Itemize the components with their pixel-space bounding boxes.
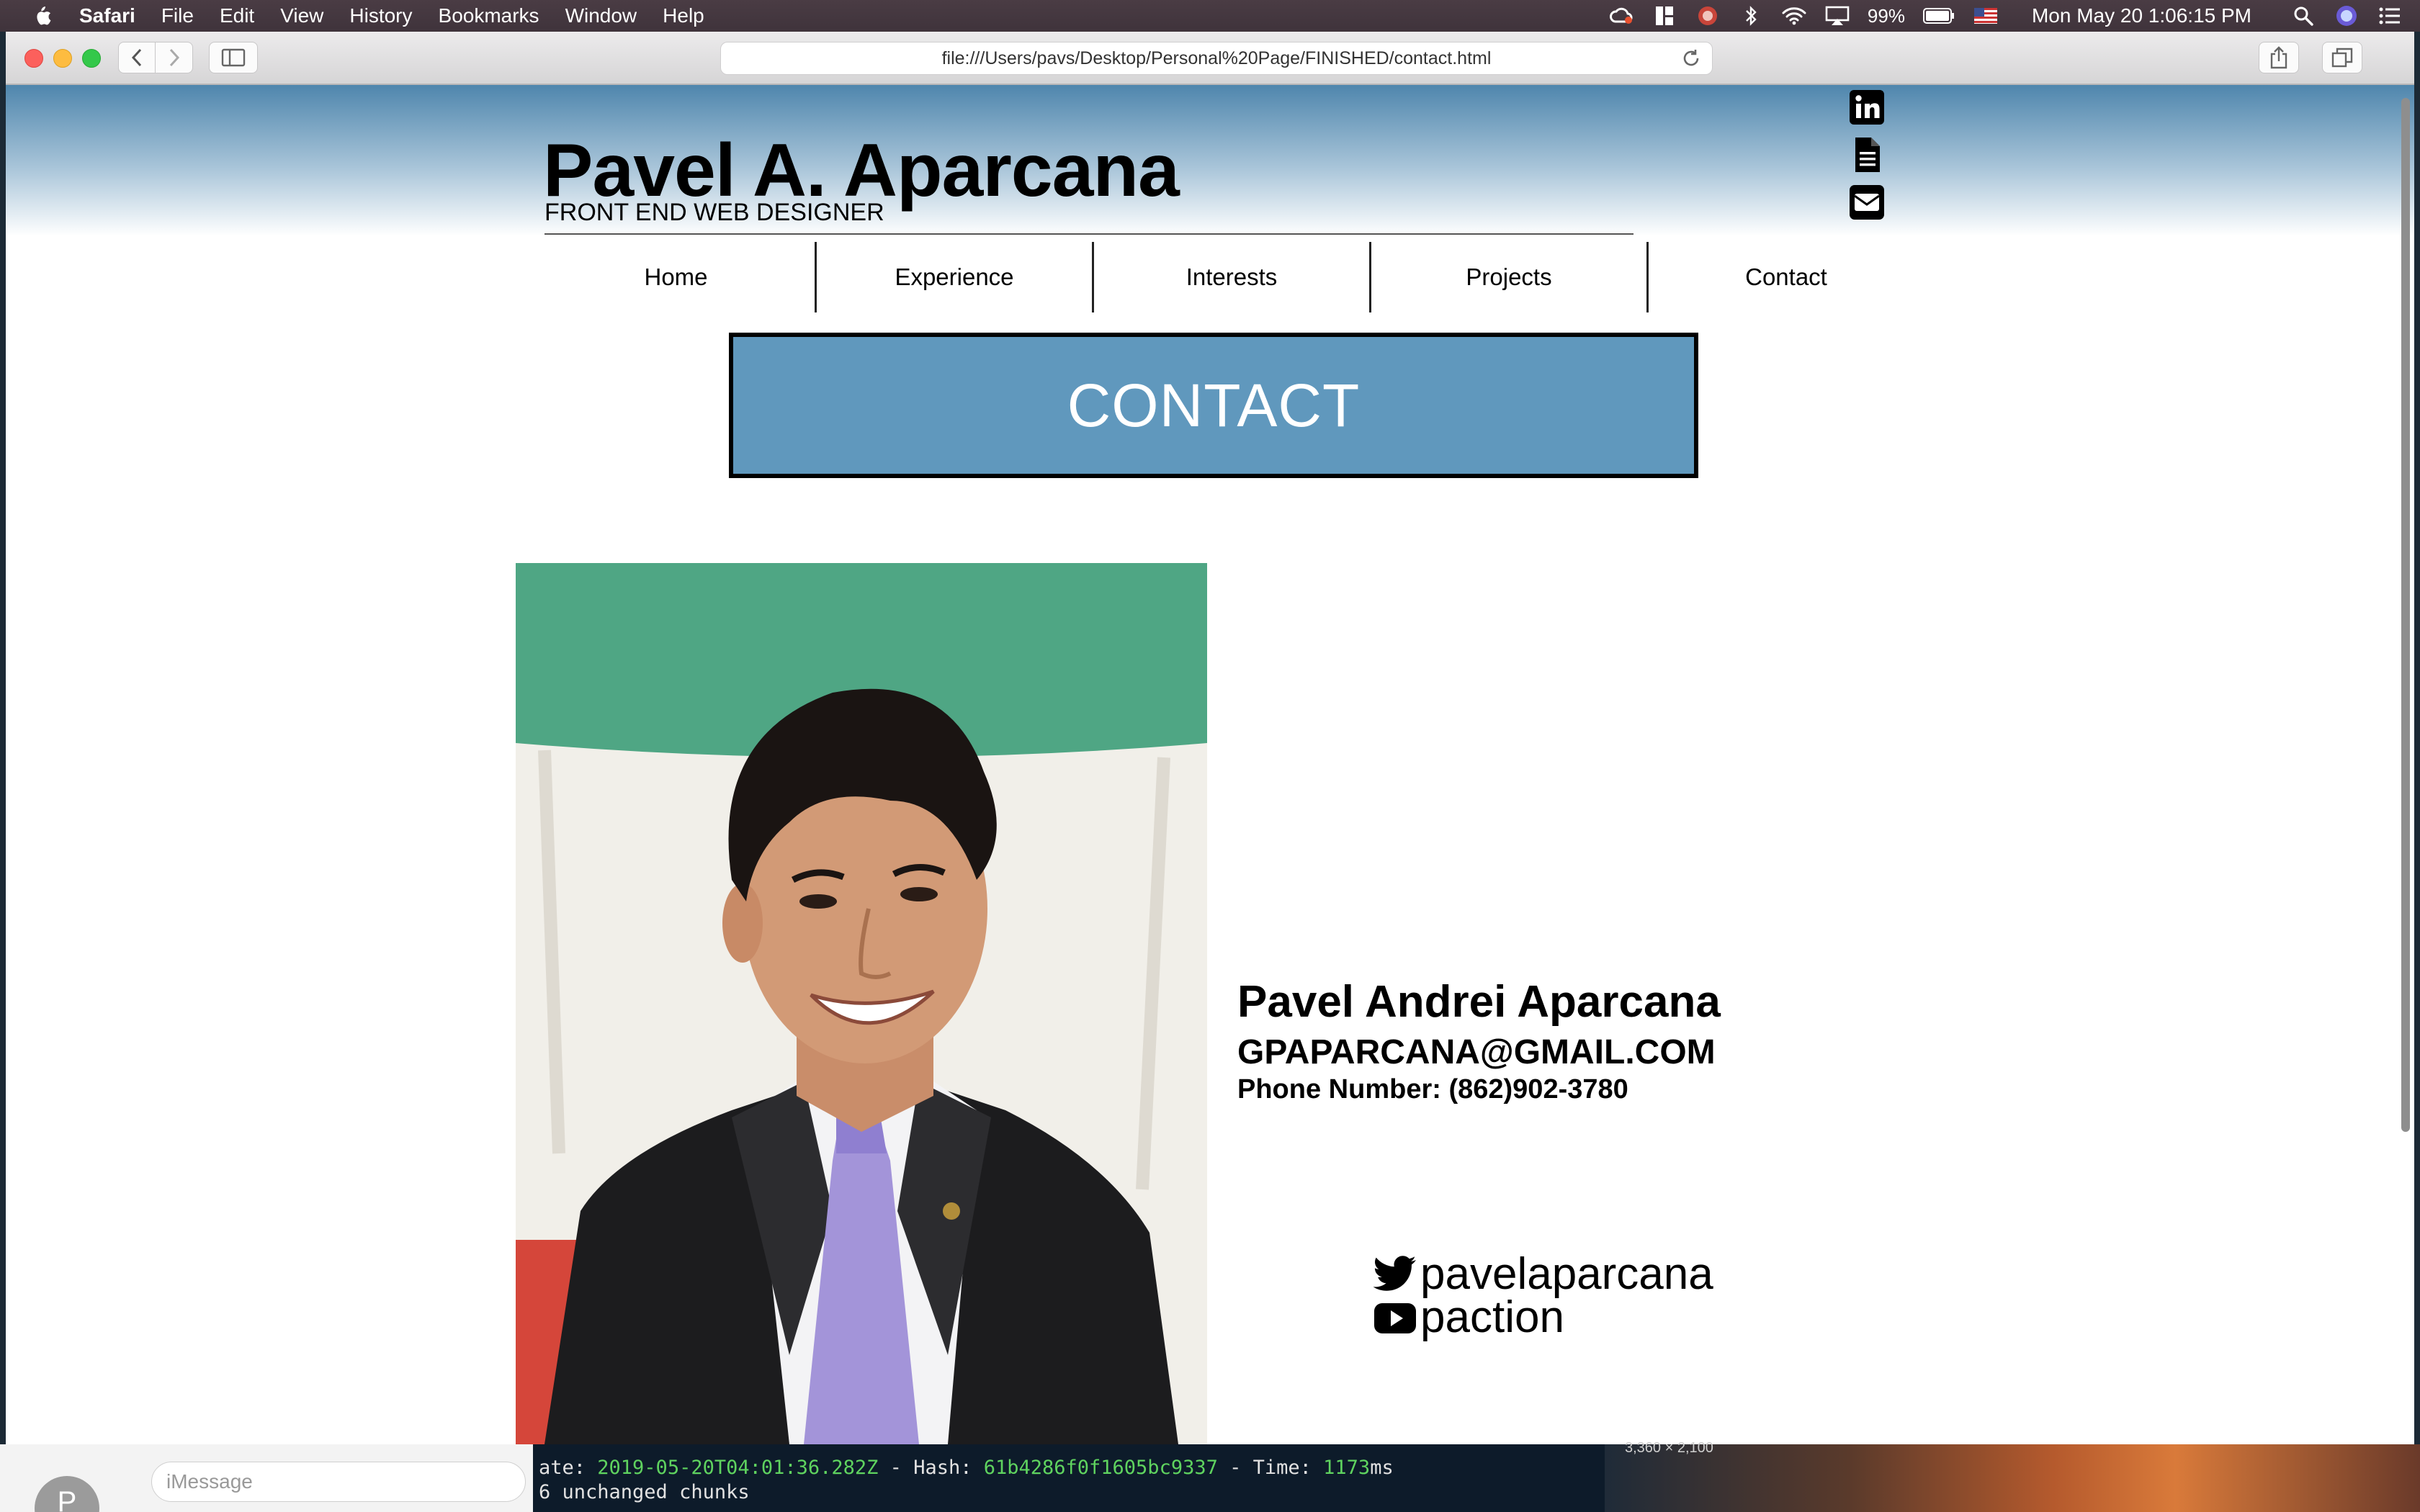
url-text[interactable]: file:///Users/pavs/Desktop/Personal%20Pa… [942,48,1492,69]
terminal-line: ate: 2019-05-20T04:01:36.282Z - Hash: 61… [539,1456,1605,1480]
page-scrollbar[interactable] [2401,98,2410,1132]
menu-bookmarks[interactable]: Bookmarks [439,4,539,27]
terminal-time-label: - Time: [1217,1457,1324,1479]
imessage-input[interactable]: iMessage [151,1462,526,1502]
contact-banner: CONTACT [729,333,1698,478]
nav-contact[interactable]: Contact [1646,242,1924,312]
minimize-window-button[interactable] [53,49,72,68]
terminal-window: ate: 2019-05-20T04:01:36.282Z - Hash: 61… [533,1444,1605,1512]
creative-cloud-icon[interactable] [1608,5,1634,27]
menu-edit[interactable]: Edit [220,4,254,27]
share-button[interactable] [2259,42,2299,73]
banner-heading: CONTACT [1067,371,1361,439]
terminal-hash: 61b4286f0f1605bc9337 [983,1457,1218,1479]
maximize-window-button[interactable] [82,49,101,68]
terminal-time: 1173 [1323,1457,1371,1479]
desktop-wallpaper [1605,1444,2420,1512]
menu-file[interactable]: File [161,4,194,27]
window-manager-icon[interactable] [1652,5,1677,27]
social-icon-rail [1847,86,1890,229]
forward-button[interactable] [156,42,193,73]
apple-icon[interactable] [26,0,58,32]
header-gradient [6,85,2414,236]
nav-home[interactable]: Home [537,242,815,312]
notification-center-icon[interactable] [2377,5,2403,27]
main-nav: Home Experience Interests Projects Conta… [537,242,1924,312]
terminal-line: 6 unchanged chunks [539,1481,750,1503]
document-icon[interactable] [1847,134,1887,176]
terminal-hash-label: - Hash: [878,1457,984,1479]
site-subtitle: FRONT END WEB DESIGNER [544,199,884,226]
nav-experience[interactable]: Experience [815,242,1092,312]
reload-icon[interactable] [1680,48,1702,69]
safari-window: file:///Users/pavs/Desktop/Personal%20Pa… [6,32,2414,1444]
share-icon [2270,46,2287,69]
spotlight-search-icon[interactable] [2290,5,2316,27]
menu-bar: Safari File Edit View History Bookmarks … [0,0,2420,32]
youtube-link[interactable]: paction [1373,1292,1564,1343]
bluetooth-icon[interactable] [1738,5,1764,27]
contact-email[interactable]: GPAPARCANA@GMAIL.COM [1237,1032,1716,1072]
twitter-icon [1373,1255,1416,1291]
sidebar-icon [221,48,246,67]
menu-app-safari[interactable]: Safari [79,4,135,27]
tabs-icon [2331,48,2353,68]
terminal-prefix: ate: [539,1457,598,1479]
browser-toolbar: file:///Users/pavs/Desktop/Personal%20Pa… [6,32,2414,85]
nav-interests[interactable]: Interests [1092,242,1369,312]
address-bar[interactable]: file:///Users/pavs/Desktop/Personal%20Pa… [720,42,1713,75]
back-button[interactable] [118,42,156,73]
menu-help[interactable]: Help [663,4,704,27]
wifi-icon[interactable] [1781,5,1807,27]
show-tabs-button[interactable] [2322,42,2362,73]
contact-phone: Phone Number: (862)902-3780 [1237,1074,1628,1104]
sidebar-toggle-button[interactable] [209,42,258,73]
terminal-date: 2019-05-20T04:01:36.282Z [597,1457,879,1479]
menu-history[interactable]: History [349,4,412,27]
airplay-icon[interactable] [1824,5,1850,27]
close-window-button[interactable] [24,49,43,68]
screenshot-size-label: 3,360 × 2,100 [1625,1440,1713,1456]
profile-photo [516,563,1207,1444]
chevron-left-icon [131,48,142,67]
mail-icon[interactable] [1847,181,1887,223]
page-viewport: Pavel A. Aparcana FRONT END WEB DESIGNER… [6,85,2414,1444]
battery-icon[interactable] [1922,5,1955,27]
contact-name: Pavel Andrei Aparcana [1237,977,1721,1027]
flag-icon[interactable] [1973,5,1999,27]
header-divider [544,233,1634,235]
menu-window[interactable]: Window [565,4,637,27]
terminal-time-unit: ms [1370,1457,1394,1479]
battery-percent[interactable]: 99% [1868,5,1905,27]
siri-icon[interactable] [2334,5,2360,27]
app-status-icon[interactable] [1695,5,1721,27]
youtube-icon [1374,1302,1416,1333]
menu-view[interactable]: View [280,4,323,27]
youtube-handle[interactable]: paction [1420,1292,1564,1343]
nav-projects[interactable]: Projects [1369,242,1646,312]
linkedin-icon[interactable] [1847,86,1887,128]
clock[interactable]: Mon May 20 1:06:15 PM [2032,4,2251,27]
chevron-right-icon [169,48,179,67]
